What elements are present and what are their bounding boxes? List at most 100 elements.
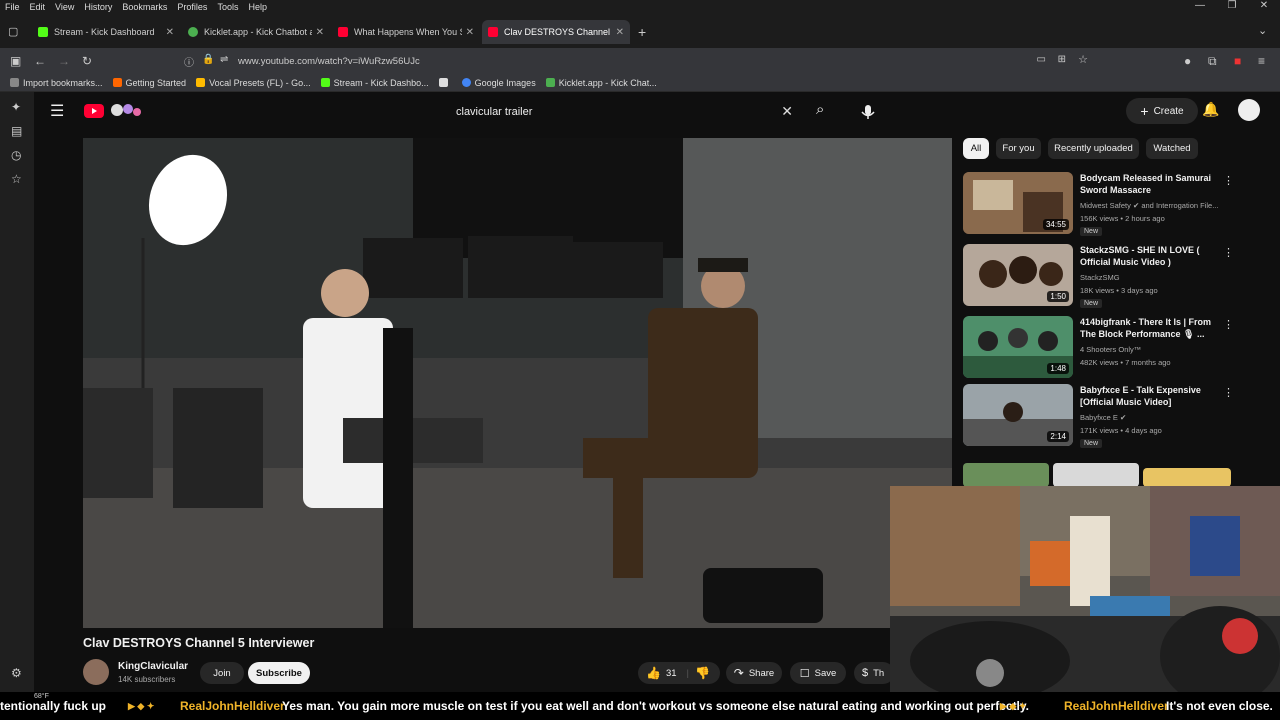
video-thumbnail[interactable]: 1:48 <box>963 316 1073 378</box>
reco-title[interactable]: StackzSMG - SHE IN LOVE ( Official Music… <box>1080 244 1220 268</box>
youtube-doodle-icon[interactable] <box>108 101 142 119</box>
menu-profiles[interactable]: Profiles <box>172 2 212 12</box>
install-icon[interactable]: ⊞ <box>1058 54 1066 65</box>
bookmark-getting-started[interactable]: Getting Started <box>112 78 186 88</box>
reload-icon[interactable]: ↻ <box>82 54 92 68</box>
bookmark-vocal-presets[interactable]: Vocal Presets (FL) - Go... <box>196 78 311 88</box>
menu-bookmarks[interactable]: Bookmarks <box>117 2 172 12</box>
reco-title[interactable]: 414bigfrank - There It Is | From The Blo… <box>1080 316 1220 340</box>
browser-menu-icon[interactable]: ≡ <box>1258 54 1265 68</box>
video-player[interactable] <box>83 138 952 628</box>
menu-file[interactable]: File <box>0 2 25 12</box>
create-button[interactable]: + Create <box>1126 98 1198 124</box>
more-options-icon[interactable]: ⋮ <box>1223 318 1234 331</box>
recommendation-item[interactable]: 1:50 StackzSMG - SHE IN LOVE ( Official … <box>963 244 1273 308</box>
history-icon[interactable]: ◷ <box>11 148 21 162</box>
star-icon[interactable]: ☆ <box>1078 53 1088 66</box>
channel-name: Babyfxce E <box>1080 413 1118 422</box>
tab-what-happens[interactable]: What Happens When You Strea ✕ <box>332 20 480 44</box>
settings-gear-icon[interactable]: ⚙ <box>11 666 22 680</box>
new-tab-icon[interactable]: + <box>638 24 646 40</box>
video-thumbnail[interactable]: 2:14 <box>963 384 1073 446</box>
close-tab-icon[interactable]: ✕ <box>466 27 474 38</box>
menu-tools[interactable]: Tools <box>212 2 243 12</box>
dislike-icon[interactable]: 👎 <box>695 666 710 680</box>
menu-history[interactable]: History <box>79 2 117 12</box>
play-icon <box>92 108 97 114</box>
menu-help[interactable]: Help <box>243 2 272 12</box>
close-tab-icon[interactable]: ✕ <box>616 27 624 38</box>
menu-view[interactable]: View <box>50 2 79 12</box>
youtube-logo-icon[interactable] <box>84 104 104 118</box>
video-thumbnail[interactable] <box>1143 468 1231 487</box>
bookmarks-icon[interactable]: ☆ <box>11 172 22 186</box>
notifications-bell-icon[interactable]: 🔔 <box>1202 101 1219 118</box>
voice-search-button[interactable] <box>854 98 882 126</box>
close-tab-icon[interactable]: ✕ <box>166 27 174 38</box>
ticker-prefix: tentionally fuck up <box>0 699 107 713</box>
microphone-icon <box>861 105 875 119</box>
more-options-icon[interactable]: ⋮ <box>1223 386 1234 399</box>
lock-icon[interactable]: 🔒 <box>202 54 214 65</box>
recommendation-item[interactable]: 1:48 414bigfrank - There It Is | From Th… <box>963 316 1273 380</box>
reco-channel[interactable]: Babyfxce E ✔ <box>1080 413 1126 422</box>
like-icon[interactable]: 👍 <box>646 666 661 680</box>
tab-menu-icon[interactable]: ⌄ <box>1258 24 1267 37</box>
save-button[interactable]: ☐ Save <box>790 662 846 684</box>
reco-title[interactable]: Babyfxce E - Talk Expensive [Official Mu… <box>1080 384 1220 408</box>
reco-channel[interactable]: Midwest Safety ✔ and Interrogation File.… <box>1080 201 1218 210</box>
forward-icon[interactable]: → <box>58 54 70 68</box>
chip-for-you[interactable]: For you <box>996 138 1041 159</box>
recommendation-item[interactable]: 2:14 Babyfxce E - Talk Expensive [Offici… <box>963 384 1273 448</box>
reco-title[interactable]: Bodycam Released in Samurai Sword Massac… <box>1080 172 1220 196</box>
bookmark-google-images[interactable]: Google Images <box>461 78 536 88</box>
chip-watched[interactable]: Watched <box>1146 138 1198 159</box>
bookmark-kick-dashboard[interactable]: Stream - Kick Dashbo... <box>320 78 429 88</box>
minimize-icon[interactable]: — <box>1184 0 1216 11</box>
info-icon[interactable]: ⓘ <box>184 54 194 69</box>
more-options-icon[interactable]: ⋮ <box>1223 246 1234 259</box>
chip-all[interactable]: All <box>963 138 989 159</box>
tab-actions-icon[interactable]: ▢ <box>8 25 18 38</box>
thanks-button[interactable]: $ Th <box>854 662 894 684</box>
reading-list-icon[interactable]: ▤ <box>11 124 22 138</box>
extension-badge-icon[interactable]: ■ <box>1234 54 1241 68</box>
extensions-icon[interactable]: ⧉ <box>1208 54 1217 69</box>
menu-edit[interactable]: Edit <box>25 2 51 12</box>
restore-icon[interactable]: ❐ <box>1216 0 1248 11</box>
recommendation-item[interactable]: 34:55 Bodycam Released in Samurai Sword … <box>963 172 1273 236</box>
site-settings-icon[interactable]: ⇌ <box>220 54 228 65</box>
join-button[interactable]: Join <box>200 662 244 684</box>
more-options-icon[interactable]: ⋮ <box>1223 174 1234 187</box>
hamburger-menu-icon[interactable]: ☰ <box>50 101 64 121</box>
video-thumbnail[interactable]: 34:55 <box>963 172 1073 234</box>
ai-sparkle-icon[interactable]: ✦ <box>11 100 21 114</box>
channel-name[interactable]: KingClavicular <box>118 661 188 672</box>
tab-kicklet[interactable]: Kicklet.app - Kick Chatbot and C ✕ <box>182 20 330 44</box>
share-button[interactable]: ↷ Share <box>726 662 782 684</box>
bookmark-kicklet[interactable]: Kicklet.app - Kick Chat... <box>545 78 657 88</box>
search-icon[interactable]: ⌕ <box>816 101 824 118</box>
close-icon[interactable]: ✕ <box>1248 0 1280 11</box>
address-bar[interactable]: ⓘ 🔒 ⇌ www.youtube.com/watch?v=iWuRzw56UJ… <box>178 51 1098 71</box>
bookmark-s[interactable] <box>438 78 452 87</box>
video-thumbnail[interactable] <box>963 463 1049 487</box>
sidebar-toggle-icon[interactable]: ▣ <box>10 54 21 68</box>
profile-icon[interactable]: ● <box>1184 54 1191 68</box>
avatar[interactable] <box>1238 99 1260 121</box>
bookmark-import[interactable]: Import bookmarks... <box>10 78 103 88</box>
video-thumbnail[interactable] <box>1053 463 1139 487</box>
tab-kick-dashboard[interactable]: Stream - Kick Dashboard ✕ <box>32 20 180 44</box>
close-tab-icon[interactable]: ✕ <box>316 27 324 38</box>
subscribe-button[interactable]: Subscribe <box>248 662 310 684</box>
reco-channel[interactable]: StackzSMG <box>1080 273 1120 282</box>
tab-clav-destroys[interactable]: Clav DESTROYS Channel 5 In ✕ <box>482 20 630 44</box>
clear-search-icon[interactable]: ✕ <box>781 103 793 120</box>
video-thumbnail[interactable]: 1:50 <box>963 244 1073 306</box>
chip-recently-uploaded[interactable]: Recently uploaded <box>1048 138 1139 159</box>
search-input[interactable]: clavicular trailer ✕ <box>445 98 805 126</box>
channel-avatar[interactable] <box>83 659 109 685</box>
reco-channel[interactable]: 4 Shooters Only™ <box>1080 345 1141 354</box>
back-icon[interactable]: ← <box>34 54 46 68</box>
cast-icon[interactable]: ▭ <box>1037 54 1046 65</box>
